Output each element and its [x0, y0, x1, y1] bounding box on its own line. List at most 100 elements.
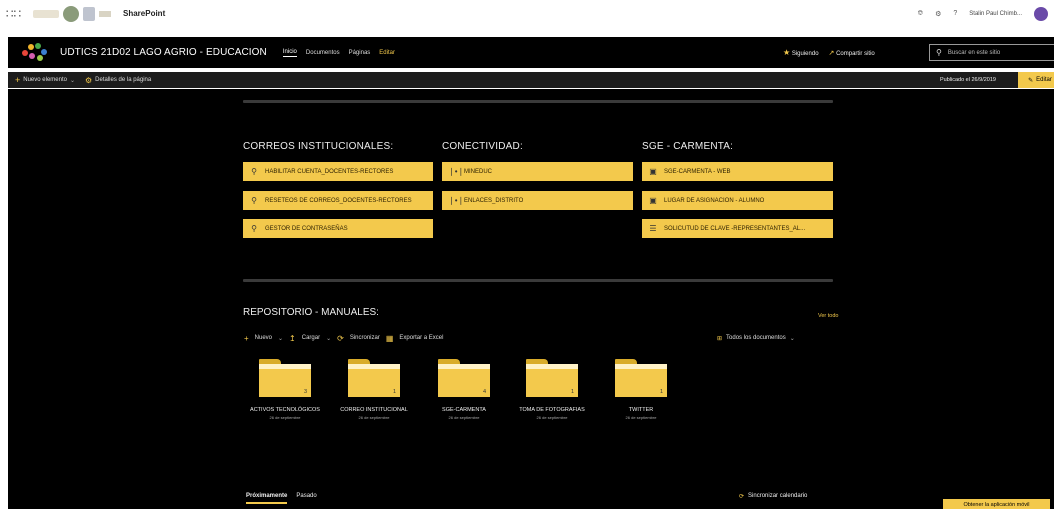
quick-link-label: SOLICUTUD DE CLAVE -REPRESENTANTES_AL...: [664, 225, 806, 232]
site-logo[interactable]: [20, 41, 48, 65]
quick-link-reseteos[interactable]: ⚲ RESETEOS DE CORREOS_DOCENTES-RECTORES: [243, 191, 433, 210]
quick-link-label: LUGAR DE ASIGNACION - ALUMNO: [664, 197, 765, 204]
help-icon[interactable]: ?: [953, 10, 957, 17]
gear-icon[interactable]: ⚙: [935, 10, 941, 18]
folder-icon: 1: [348, 359, 400, 397]
folder-count: 1: [392, 389, 396, 395]
section-title-correos: CORREOS INSTITUCIONALES:: [243, 141, 394, 152]
chevron-down-icon: ⌄: [789, 335, 795, 342]
upload-icon: ↥: [289, 333, 296, 343]
header-actions: ★ Siguiendo ↗ Compartir sitio: [783, 37, 875, 68]
chevron-down-icon[interactable]: ⌄: [326, 335, 331, 342]
upload-button[interactable]: Cargar: [302, 335, 320, 341]
broadcast-icon: ❘•❘: [448, 196, 465, 205]
search-icon: ⚲: [936, 48, 942, 57]
folder-sge[interactable]: 4 SGE-CARMENTA 26 de septiembre: [428, 359, 500, 420]
share-button[interactable]: ↗ Compartir sitio: [829, 49, 875, 57]
new-button[interactable]: Nuevo: [255, 335, 272, 341]
app-name[interactable]: SharePoint: [123, 9, 165, 18]
person-key-icon: ⚲: [251, 224, 257, 233]
tab-pasado[interactable]: Pasado: [296, 493, 316, 504]
quick-link-sge-web[interactable]: ▣ SGE-CARMENTA - WEB: [642, 162, 833, 181]
broadcast-icon: ❘•❘: [448, 167, 465, 176]
waffle-icon[interactable]: ∷∷: [0, 0, 27, 27]
folder-date: 26 de septiembre: [269, 415, 301, 420]
see-all-link[interactable]: Ver todo: [818, 313, 839, 319]
gear-icon: ⚙: [85, 75, 93, 85]
sync-calendar-button[interactable]: ⟳ Sincronizar calendario: [739, 493, 807, 500]
nav-documentos[interactable]: Documentos: [306, 50, 340, 56]
folder-name: SGE-CARMENTA: [442, 407, 486, 413]
logo-text: [99, 10, 111, 17]
pencil-icon: ✎: [1028, 77, 1034, 84]
folder-icon: 1: [615, 359, 667, 397]
avatar[interactable]: [1034, 6, 1048, 21]
section-title-conectividad: CONECTIVIDAD:: [442, 141, 523, 152]
tab-proximamente[interactable]: Próximamente: [246, 493, 288, 504]
folder-fotografias[interactable]: 1 TOMA DE FOTOGRAFIAS 26 de septiembre: [516, 359, 588, 420]
quick-link-label: MINEDUC: [464, 168, 492, 175]
folder-name: CORREO INSTITUCIONAL: [340, 407, 408, 413]
site-title[interactable]: UDTICS 21D02 LAGO AGRIO - EDUCACION: [60, 47, 267, 58]
plus-icon: +: [244, 333, 249, 343]
quick-link-habilitar[interactable]: ⚲ HABILITAR CUENTA_DOCENTES-RECTORES: [243, 162, 433, 181]
folder-icon: 4: [438, 359, 490, 397]
following-label: Siguiendo: [791, 51, 819, 57]
chevron-down-icon[interactable]: ⌄: [70, 77, 75, 84]
folder-count: 4: [482, 389, 486, 395]
divider: [243, 279, 833, 282]
folder-activos[interactable]: 3 ACTIVOS TECNOLÓGICOS 26 de septiembre: [249, 359, 321, 420]
folder-name: TWITTER: [628, 407, 654, 413]
search-input[interactable]: ⚲ Buscar en este sitio: [929, 44, 1054, 61]
divider: [243, 100, 833, 103]
sync-button[interactable]: Sincronizar: [350, 335, 380, 341]
user-name[interactable]: Stalin Paul Chimb...: [969, 11, 1022, 17]
quick-link-mineduc[interactable]: ❘•❘ MINEDUC: [442, 162, 633, 181]
library-command-bar: + Nuevo ⌄ ↥ Cargar ⌄ ⟳ Sincronizar ▦ Exp…: [244, 332, 443, 344]
edit-button[interactable]: ✎ Editar: [1018, 72, 1054, 88]
share-label: Compartir sitio: [836, 50, 875, 57]
get-mobile-app-button[interactable]: Obtener la aplicación móvil: [943, 499, 1050, 509]
export-excel-button[interactable]: Exportar a Excel: [399, 335, 443, 341]
folder-twitter[interactable]: 1 TWITTER 26 de septiembre: [605, 359, 677, 420]
folder-icon: 1: [526, 359, 578, 397]
events-tabs: Próximamente Pasado: [246, 493, 317, 504]
browser-icon: ▣: [649, 196, 657, 205]
folder-count: 1: [570, 389, 574, 395]
quick-link-lugar-asignacion[interactable]: ▣ LUGAR DE ASIGNACION - ALUMNO: [642, 191, 833, 210]
bell-icon[interactable]: ⎊: [918, 10, 924, 18]
folder-count: 3: [303, 389, 307, 395]
folder-correo[interactable]: 1 CORREO INSTITUCIONAL 26 de septiembre: [338, 359, 410, 420]
nav-editar[interactable]: Editar: [379, 50, 395, 56]
quick-link-label: RESETEOS DE CORREOS_DOCENTES-RECTORES: [265, 197, 412, 204]
folder-name: ACTIVOS TECNOLÓGICOS: [250, 407, 320, 413]
following-button[interactable]: ★ Siguiendo: [783, 48, 819, 57]
quick-link-solicitud-clave[interactable]: ☰ SOLICUTUD DE CLAVE -REPRESENTANTES_AL.…: [642, 219, 833, 238]
page-canvas: CORREOS INSTITUCIONALES: ⚲ HABILITAR CUE…: [8, 89, 1054, 509]
site-nav: Inicio Documentos Páginas Editar: [282, 49, 395, 57]
nav-inicio[interactable]: Inicio: [282, 49, 297, 57]
chevron-down-icon[interactable]: ⌄: [278, 335, 283, 342]
quick-link-gestor[interactable]: ⚲ GESTOR DE CONTRASEÑAS: [243, 219, 433, 238]
site-header: UDTICS 21D02 LAGO AGRIO - EDUCACION Inic…: [8, 37, 1054, 68]
nav-paginas[interactable]: Páginas: [349, 50, 371, 56]
sync-icon: ⟳: [337, 333, 344, 343]
logo-ministry: [33, 9, 59, 18]
excel-icon: ▦: [385, 333, 394, 343]
sync-icon: ⟳: [739, 494, 745, 500]
repo-title: REPOSITORIO - MANUALES:: [243, 307, 379, 318]
folder-date: 26 de septiembre: [448, 415, 480, 420]
folder-date: 26 de septiembre: [358, 415, 390, 420]
person-icon: ⚲: [251, 167, 257, 176]
view-icon: ⊞: [717, 335, 723, 342]
view-selector[interactable]: ⊞ Todos los documentos ⌄: [717, 332, 795, 344]
folder-name: TOMA DE FOTOGRAFIAS: [519, 407, 585, 413]
quick-link-enlaces[interactable]: ❘•❘ ENLACES_DISTRITO: [442, 191, 633, 210]
page-details-button[interactable]: Detalles de la página: [95, 77, 151, 83]
command-bar: + Nuevo elemento ⌄ ⚙ Detalles de la pági…: [8, 72, 1054, 88]
logo-emblem: [63, 5, 79, 22]
suite-bar: ∷∷ SharePoint ⎊ ⚙ ? Stalin Paul Chimb...: [0, 0, 1054, 27]
quick-link-label: SGE-CARMENTA - WEB: [664, 168, 731, 175]
list-icon: ☰: [649, 224, 657, 233]
new-item-button[interactable]: Nuevo elemento: [23, 77, 67, 83]
